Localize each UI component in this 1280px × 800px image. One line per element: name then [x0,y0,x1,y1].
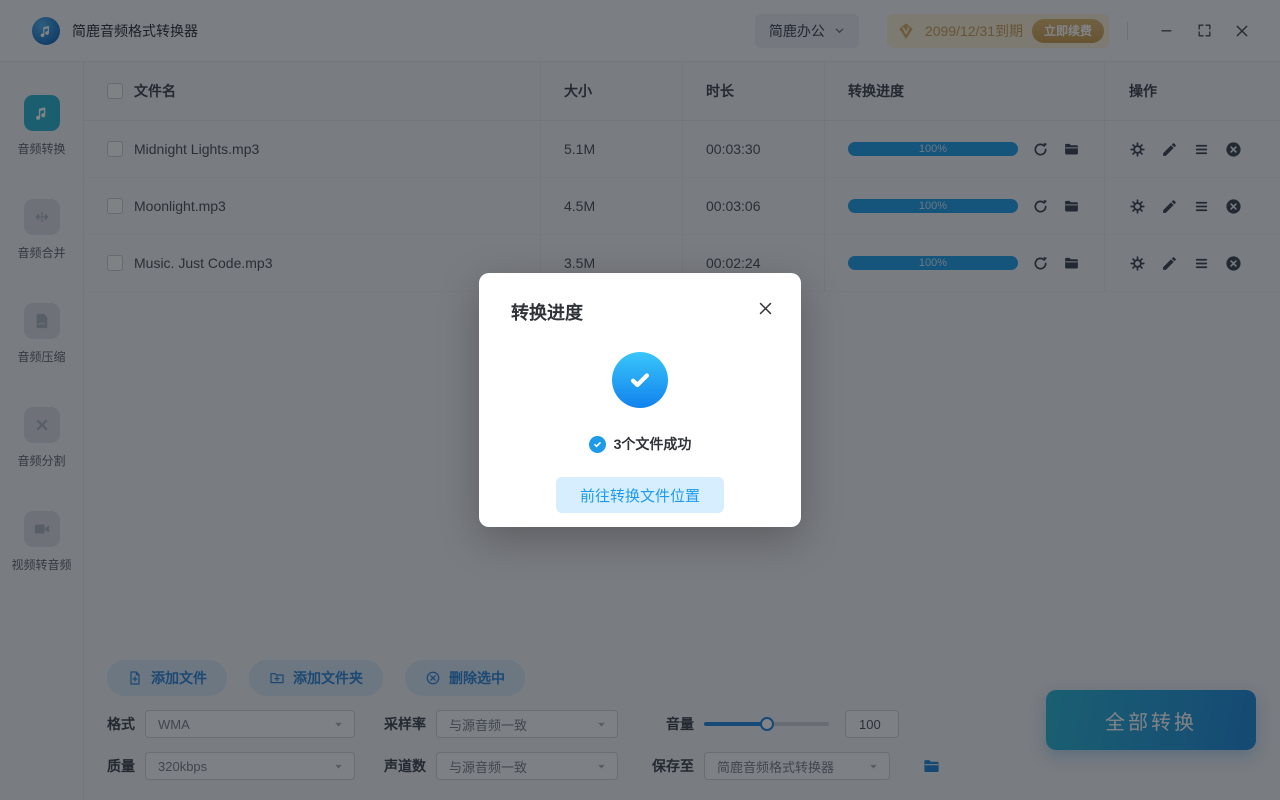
goto-output-folder-button[interactable]: 前往转换文件位置 [556,477,724,513]
conversion-progress-dialog: 转换进度 3个文件成功 前往转换文件位置 [479,273,801,527]
dialog-close-icon[interactable] [755,298,775,318]
success-status: 3个文件成功 [511,434,769,454]
success-check-icon [612,352,668,408]
dialog-title: 转换进度 [511,303,583,323]
success-count-text: 3个文件成功 [613,436,692,452]
app-window: 简鹿音频格式转换器 简鹿办公 2099/12/31到期 立即续费 [0,0,1280,800]
small-check-icon [588,435,606,453]
